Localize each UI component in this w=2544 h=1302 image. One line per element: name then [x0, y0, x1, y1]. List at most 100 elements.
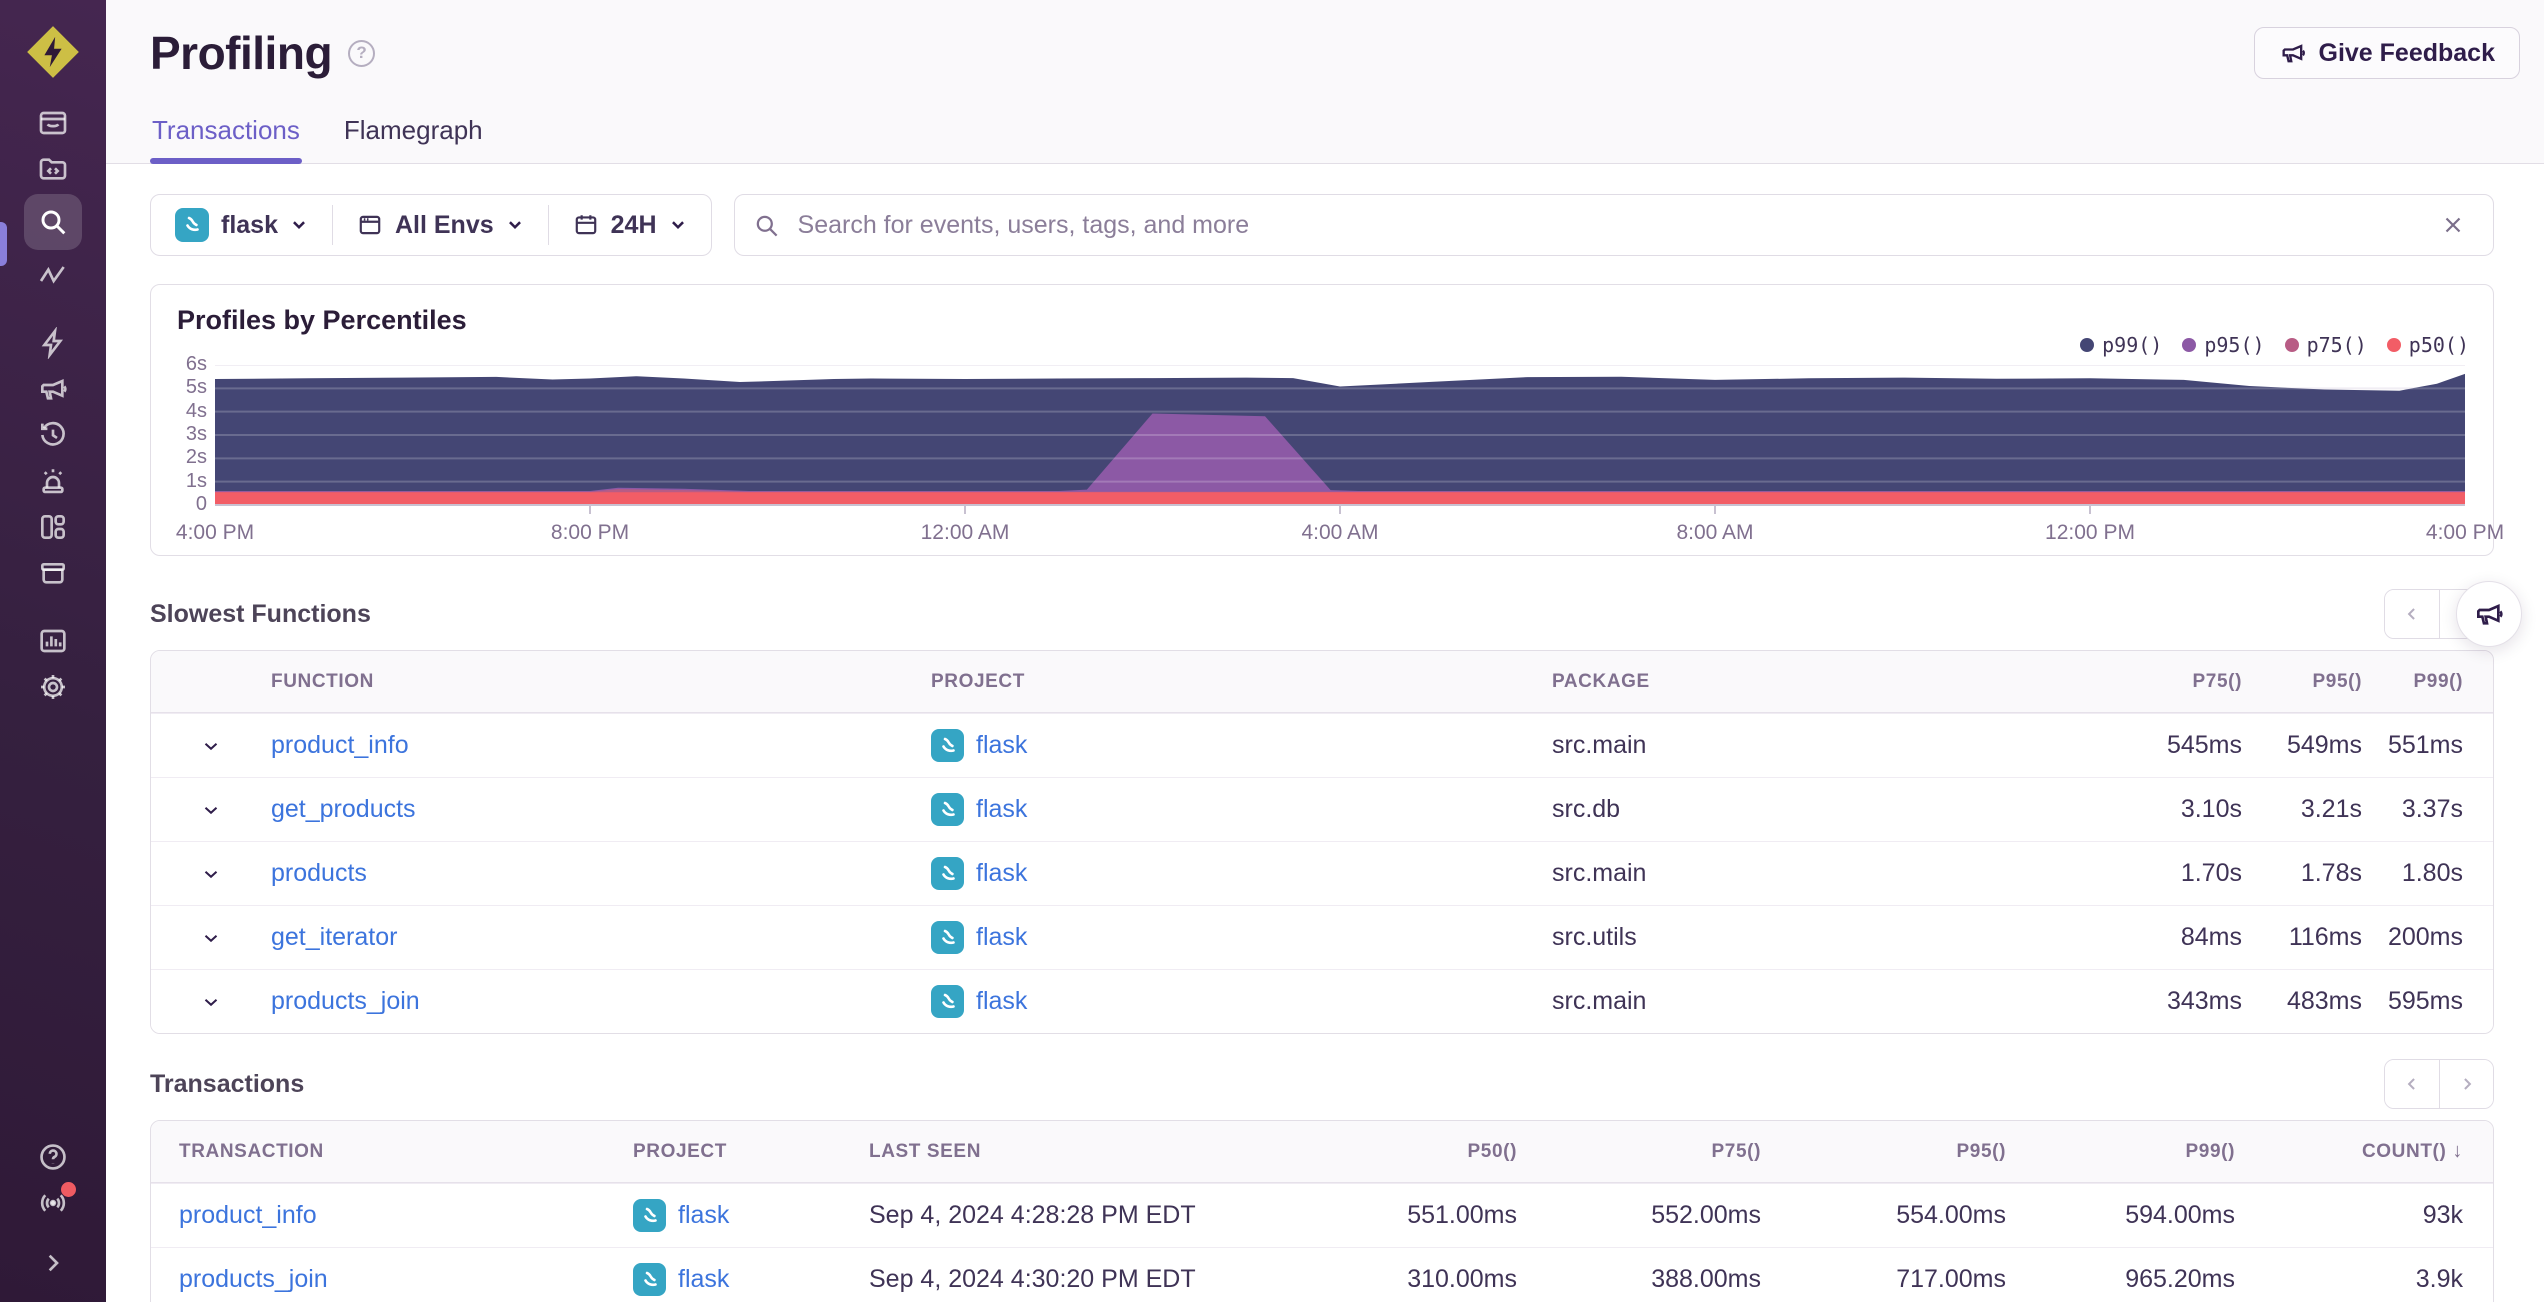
project-link[interactable]: flask: [976, 923, 1027, 952]
legend-label: p95(): [2204, 333, 2265, 357]
feedback-widget-button[interactable]: [2456, 581, 2522, 647]
function-link[interactable]: products_join: [271, 987, 420, 1016]
whats-new-broadcast-icon[interactable]: [24, 1180, 82, 1226]
tab-transactions[interactable]: Transactions: [150, 115, 302, 164]
projects-icon[interactable]: [24, 146, 82, 192]
column-header-p95: P95(): [2312, 670, 2362, 692]
expand-row-chevron[interactable]: [200, 991, 222, 1013]
replays-history-icon[interactable]: [24, 412, 82, 458]
search-input[interactable]: [795, 209, 2415, 241]
chevron-down-icon: [293, 221, 305, 230]
legend-item-p50[interactable]: p50(): [2386, 333, 2469, 357]
flask-project-icon: [633, 1263, 666, 1296]
flask-project-icon: [175, 208, 209, 242]
cell-project: flask: [931, 985, 1552, 1018]
prev-page-button[interactable]: [2385, 1060, 2439, 1108]
project-link[interactable]: flask: [678, 1265, 729, 1294]
legend-item-p95[interactable]: p95(): [2182, 333, 2265, 357]
y-tick-label: 5s: [185, 376, 207, 399]
cell-last_seen: Sep 4, 2024 4:28:28 PM EDT: [869, 1201, 1196, 1229]
lightning-icon[interactable]: [24, 320, 82, 366]
clear-search-button[interactable]: [2431, 203, 2475, 247]
performance-icon[interactable]: [24, 252, 82, 298]
legend-item-p75[interactable]: p75(): [2284, 333, 2367, 357]
cell-expander: [151, 991, 271, 1013]
project-link[interactable]: flask: [976, 987, 1027, 1016]
dashboards-icon[interactable]: [24, 504, 82, 550]
feedback-megaphone-icon[interactable]: [24, 366, 82, 412]
notification-dot: [61, 1182, 76, 1197]
column-header-p99: P99(): [2413, 670, 2463, 692]
settings-gear-icon[interactable]: [24, 664, 82, 710]
function-link[interactable]: products: [271, 859, 367, 888]
percentiles-chart: 0 1s 2s 3s 4s 5s 6s 4:00 PM 8:00 PM 12:00 AM 4:00…: [176, 353, 2504, 544]
sentry-logo[interactable]: [25, 24, 81, 80]
date-range-filter-button[interactable]: 24H: [549, 195, 711, 255]
function-link[interactable]: product_info: [271, 731, 409, 760]
chart-title: Profiles by Percentiles: [177, 305, 467, 335]
megaphone-icon: [2282, 44, 2305, 63]
tab-flamegraph[interactable]: Flamegraph: [342, 115, 485, 164]
collapse-expand-icon[interactable]: [24, 1240, 82, 1286]
function-link[interactable]: get_iterator: [271, 923, 397, 952]
help-icon[interactable]: [24, 1134, 82, 1180]
project-link[interactable]: flask: [976, 859, 1027, 888]
cell-package: src.main: [1552, 859, 1647, 887]
environment-filter-label: All Envs: [394, 210, 494, 239]
legend-item-p99[interactable]: p99(): [2080, 333, 2162, 357]
column-header-count[interactable]: COUNT() ↓: [2251, 1140, 2479, 1163]
column-header-p75: P75(): [2192, 670, 2242, 692]
expand-row-chevron[interactable]: [200, 927, 222, 949]
prev-page-button[interactable]: [2385, 590, 2439, 638]
environment-filter-button[interactable]: All Envs: [333, 195, 548, 255]
give-feedback-button[interactable]: Give Feedback: [2253, 27, 2520, 79]
transaction-link[interactable]: product_info: [179, 1201, 317, 1230]
explore-search-icon[interactable]: [24, 194, 82, 250]
table-header-row: FUNCTION PROJECT PACKAGE P75() P95() P99(): [151, 651, 2493, 713]
cell-package: src.main: [1552, 987, 1647, 1015]
window-icon: [359, 215, 381, 235]
stats-icon[interactable]: [24, 618, 82, 664]
profiling-page: Profiling ? Give Feedback Transactions F…: [0, 0, 2544, 1302]
cell-p75: 552.00ms: [1651, 1201, 1761, 1229]
function-link[interactable]: get_products: [271, 795, 416, 824]
y-tick-label: 3s: [185, 423, 207, 445]
sidebar-nav-secondary: [24, 320, 82, 596]
expand-row-chevron[interactable]: [200, 863, 222, 885]
area-chart[interactable]: [215, 365, 2465, 517]
alerts-siren-icon[interactable]: [24, 458, 82, 504]
expand-row-chevron[interactable]: [200, 735, 222, 757]
cell-expander: [151, 735, 271, 757]
table-row: get_iterator flask src.utils 84ms 116ms 200ms: [151, 905, 2493, 969]
column-header-p75: P75(): [1711, 1140, 1761, 1162]
releases-icon[interactable]: [24, 550, 82, 596]
cell-p95: 116ms: [2288, 923, 2362, 951]
page-title: Profiling: [150, 27, 333, 79]
expand-row-chevron[interactable]: [200, 799, 222, 821]
legend-dot: [2080, 338, 2095, 352]
issues-icon[interactable]: [24, 100, 82, 146]
cell-project: flask: [931, 857, 1552, 890]
sidebar-bottom: [0, 1134, 106, 1286]
main-content: flask All Envs 24H Search for events, us…: [106, 164, 2544, 1302]
project-filter-button[interactable]: flask: [151, 195, 332, 255]
table-row: products_join flask src.main 343ms 483ms 595m…: [151, 969, 2493, 1033]
y-tick-label: 2s: [185, 446, 207, 469]
cell-p75: 84ms: [2180, 923, 2242, 951]
legend-dot: [2386, 338, 2401, 352]
cell-p95: 483ms: [2286, 987, 2362, 1015]
column-header-p95: P95(): [1956, 1140, 2006, 1162]
flask-project-icon: [931, 793, 964, 826]
active-nav-indicator: [0, 222, 7, 266]
transaction-link[interactable]: products_join: [179, 1265, 328, 1294]
sidebar-nav-primary: [24, 100, 82, 298]
next-page-button[interactable]: [2439, 1060, 2493, 1108]
table-row: products flask src.main 1.70s 1.78s 1.80s: [151, 841, 2493, 905]
help-question-icon[interactable]: ?: [348, 39, 376, 67]
section-title: Slowest Functions: [150, 599, 371, 628]
project-link[interactable]: flask: [976, 731, 1027, 760]
table-row: product_info flask src.main 545ms 549ms 551ms: [151, 713, 2493, 777]
project-link[interactable]: flask: [678, 1201, 729, 1230]
project-link[interactable]: flask: [976, 795, 1027, 824]
column-header-p99: P99(): [2185, 1140, 2235, 1162]
